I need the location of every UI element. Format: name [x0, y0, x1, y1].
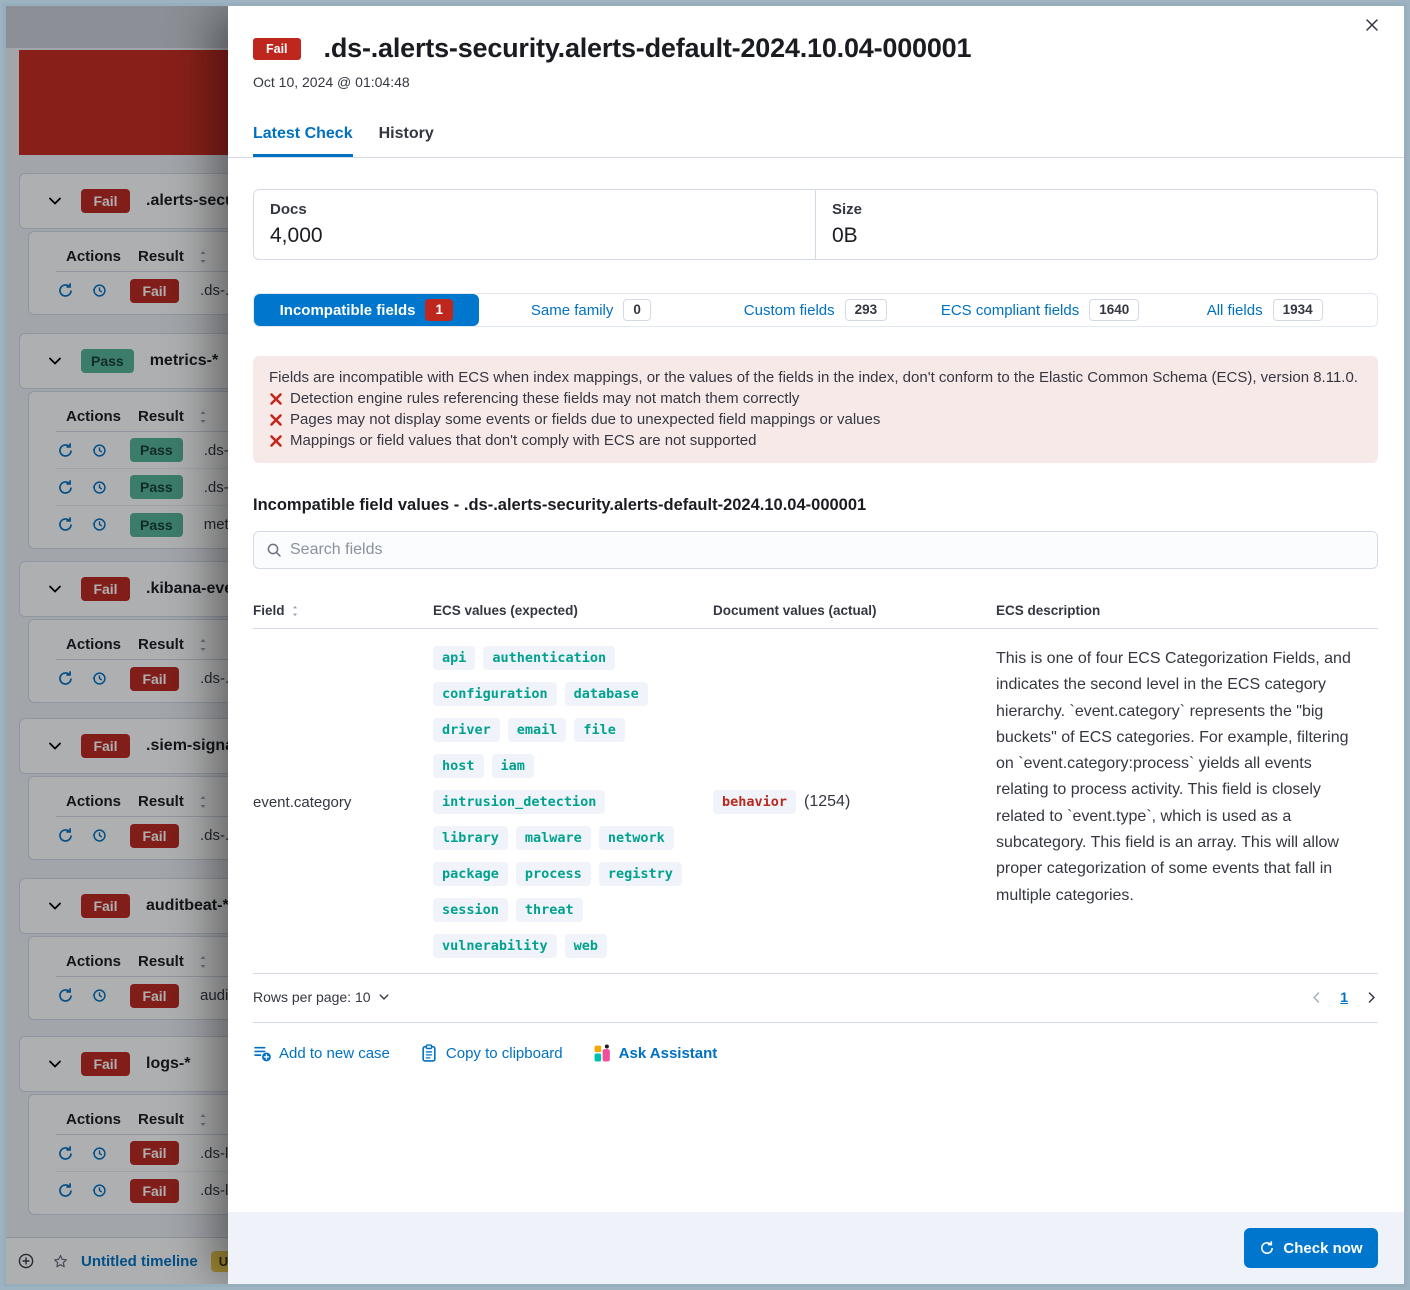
refresh-icon [1259, 1240, 1275, 1256]
ecs-value-badge: process [516, 862, 591, 886]
document-actual-values: behavior (1254) [713, 646, 996, 958]
ecs-value-badge: host [433, 754, 484, 778]
error-cross-icon [269, 392, 283, 406]
tab-latest-check[interactable]: Latest Check [253, 125, 353, 157]
ecs-value-badge: database [565, 682, 648, 706]
error-cross-icon [269, 434, 283, 448]
ecs-value-badge: network [599, 826, 674, 850]
clipboard-icon [420, 1044, 438, 1062]
incompatible-callout: Fields are incompatible with ECS when in… [253, 356, 1378, 463]
page-number[interactable]: 1 [1340, 989, 1348, 1005]
docs-label: Docs [270, 201, 799, 218]
ecs-value-badge: file [574, 718, 625, 742]
pagination-row: Rows per page: 10 1 [253, 989, 1378, 1005]
ecs-expected-values: api authentication configuration databas… [433, 646, 713, 958]
previous-page-icon[interactable] [1310, 991, 1323, 1004]
window-frame: Fail .alerts-securi Actions Result Index… [0, 0, 1410, 1290]
search-box [253, 531, 1378, 569]
ecs-value-badge: iam [492, 754, 534, 778]
incompatible-fields-table: Field ECS values (expected) Document val… [253, 603, 1378, 974]
ecs-value-badge: intrusion_detection [433, 790, 605, 814]
tab-ecs-compliant-fields[interactable]: ECS compliant fields 1640 [928, 294, 1153, 326]
assistant-icon [593, 1044, 611, 1062]
docs-value: 4,000 [270, 224, 799, 248]
size-label: Size [832, 201, 1361, 218]
status-badge: Fail [253, 38, 301, 60]
ecs-value-badge: library [433, 826, 508, 850]
callout-bullet: Pages may not display some events or fie… [269, 411, 1362, 428]
add-to-new-case-link[interactable]: Add to new case [253, 1044, 390, 1062]
count-badge: 0 [623, 299, 651, 321]
callout-bullet: Mappings or field values that don't comp… [269, 432, 1362, 449]
tab-incompatible-fields[interactable]: Incompatible fields 1 [254, 294, 479, 326]
ecs-value-badge: authentication [483, 646, 615, 670]
check-now-button[interactable]: Check now [1244, 1228, 1378, 1268]
col-ecs-description-header: ECS description [996, 603, 1378, 618]
count-badge: 1934 [1273, 299, 1323, 321]
count-badge: 1 [425, 299, 453, 321]
callout-intro: Fields are incompatible with ECS when in… [269, 369, 1362, 386]
flyout-footer: Check now [228, 1212, 1404, 1284]
next-page-icon[interactable] [1365, 991, 1378, 1004]
ecs-value-badge: web [565, 934, 607, 958]
tab-same-family[interactable]: Same family 0 [479, 294, 704, 326]
tabs-divider [228, 157, 1404, 158]
doc-value-badge: behavior [713, 790, 796, 814]
size-value: 0B [832, 224, 1361, 248]
copy-to-clipboard-link[interactable]: Copy to clipboard [420, 1044, 563, 1062]
error-cross-icon [269, 413, 283, 427]
callout-bullet: Detection engine rules referencing these… [269, 390, 1362, 407]
chevron-down-icon [378, 991, 390, 1003]
table-row: event.category api authentication config… [253, 629, 1378, 974]
flyout-actions: Add to new case Copy to clipboard Ask As… [253, 1044, 1378, 1062]
add-to-case-icon [253, 1044, 271, 1062]
ecs-value-badge: email [508, 718, 567, 742]
rows-per-page-control[interactable]: Rows per page: 10 [253, 989, 390, 1005]
search-icon [266, 542, 282, 558]
ask-assistant-link[interactable]: Ask Assistant [593, 1044, 718, 1062]
ecs-value-badge: registry [599, 862, 682, 886]
ecs-value-badge: configuration [433, 682, 557, 706]
pager: 1 [1310, 989, 1378, 1005]
field-name: event.category [253, 646, 433, 958]
doc-value-count: (1254) [804, 793, 850, 811]
ecs-value-badge: malware [516, 826, 591, 850]
last-check-timestamp: Oct 10, 2024 @ 01:04:48 [253, 74, 1378, 90]
sort-icon [289, 604, 301, 618]
tab-all-fields[interactable]: All fields 1934 [1152, 294, 1377, 326]
ecs-value-badge: session [433, 898, 508, 922]
ecs-value-badge: api [433, 646, 475, 670]
tab-history[interactable]: History [379, 125, 434, 157]
search-input[interactable] [290, 541, 1365, 559]
field-category-button-group: Incompatible fields 1 Same family 0 Cust… [253, 293, 1378, 327]
section-title: Incompatible field values - .ds-.alerts-… [253, 496, 1378, 515]
docs-stat: Docs 4,000 [254, 190, 815, 259]
ecs-value-badge: vulnerability [433, 934, 557, 958]
actions-divider [253, 1022, 1378, 1023]
ecs-value-badge: driver [433, 718, 500, 742]
page-title: .ds-.alerts-security.alerts-default-2024… [324, 33, 972, 64]
tab-custom-fields[interactable]: Custom fields 293 [703, 294, 928, 326]
col-ecs-values-header: ECS values (expected) [433, 603, 713, 618]
ecs-value-badge: threat [516, 898, 583, 922]
count-badge: 293 [845, 299, 888, 321]
count-badge: 1640 [1089, 299, 1139, 321]
ecs-value-badge: package [433, 862, 508, 886]
col-doc-values-header: Document values (actual) [713, 603, 996, 618]
flyout-tabs: Latest Check History [253, 125, 1378, 157]
col-field-header[interactable]: Field [253, 603, 433, 618]
index-details-flyout: Fail .ds-.alerts-security.alerts-default… [228, 6, 1404, 1284]
ecs-description: This is one of four ECS Categorization F… [996, 646, 1378, 958]
size-stat: Size 0B [815, 190, 1377, 259]
stats-panel: Docs 4,000 Size 0B [253, 189, 1378, 260]
